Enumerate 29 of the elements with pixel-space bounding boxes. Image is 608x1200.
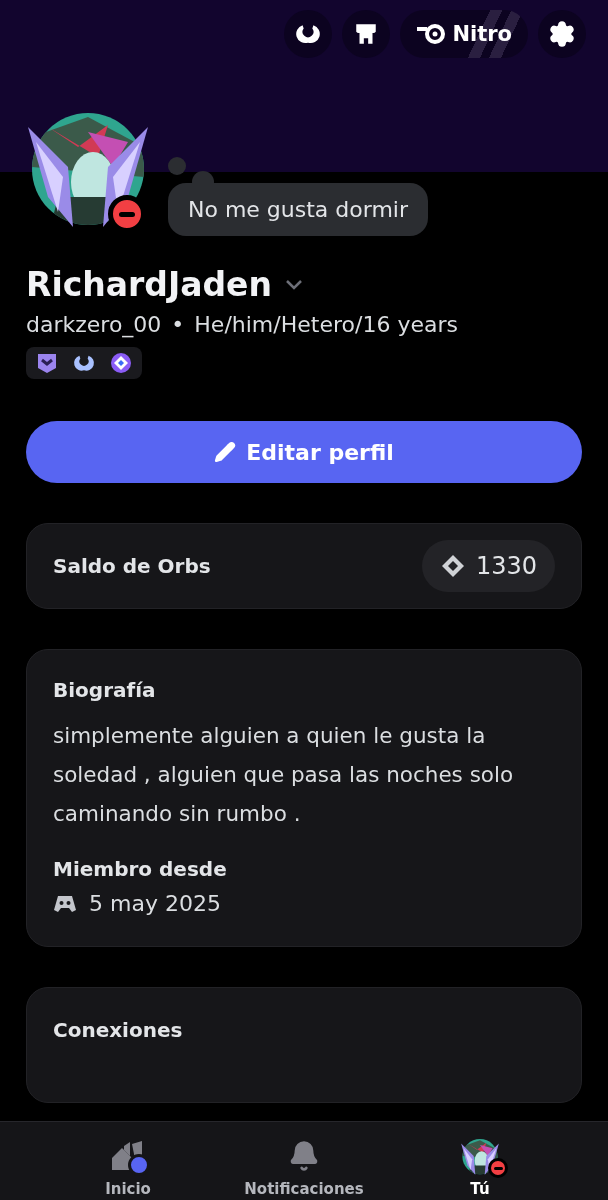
member-since-title: Miembro desde (53, 857, 228, 881)
chevron-badge-icon (36, 352, 58, 374)
chevron-down-icon[interactable] (284, 278, 304, 291)
controller-icon (53, 894, 77, 913)
quests-button[interactable] (284, 10, 333, 58)
status-indicator (488, 1158, 508, 1178)
username: darkzero_00 (26, 312, 162, 337)
shop-button[interactable] (342, 10, 391, 58)
separator-dot: • (171, 312, 185, 337)
bell-icon (288, 1140, 320, 1172)
connections-title: Conexiones (53, 1018, 184, 1042)
orb-badge-icon (110, 352, 132, 374)
orbs-label: Saldo de Orbs (53, 554, 211, 578)
bio-text: simplemente alguien a quien le gusta la soledad , alguien que pasa las noches solo caminando sin rumbo . (53, 722, 515, 828)
settings-button[interactable] (538, 10, 586, 58)
nitro-icon (416, 23, 447, 45)
display-name: RichardJaden (26, 265, 272, 304)
nav-tab[interactable]: Tú (400, 1122, 560, 1200)
nitro-button[interactable]: Nitro (400, 10, 528, 58)
orbs-balance[interactable]: 1330 (421, 540, 555, 592)
member-since-date: 5 may 2025 (89, 891, 221, 916)
pronouns: He/him/Hetero/16 years (194, 312, 458, 337)
nav-tab[interactable]: Notificaciones (224, 1122, 384, 1200)
nav-tab[interactable]: Inicio (48, 1122, 208, 1200)
settings-icon (548, 20, 576, 48)
bio-title: Biografía (53, 678, 157, 702)
edit-profile-button[interactable]: Editar perfil (26, 421, 582, 483)
custom-status-bubble: No me gusta dormir (168, 183, 428, 236)
pencil-icon (214, 441, 237, 463)
